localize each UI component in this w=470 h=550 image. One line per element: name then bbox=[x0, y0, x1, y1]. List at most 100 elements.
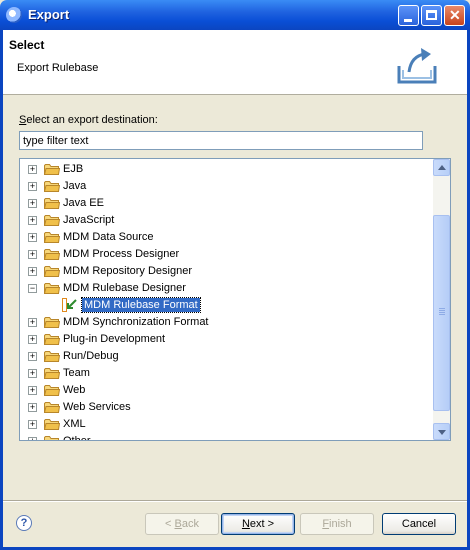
next-mnemonic: N bbox=[241, 518, 250, 530]
cancel-button[interactable]: Cancel bbox=[382, 513, 456, 535]
expand-icon[interactable]: + bbox=[28, 318, 37, 327]
expand-icon[interactable]: + bbox=[28, 369, 37, 378]
tree-item-label: Team bbox=[63, 367, 90, 379]
footer-separator bbox=[3, 500, 467, 502]
minimize-icon bbox=[404, 19, 412, 22]
scroll-up-button[interactable] bbox=[433, 159, 450, 176]
page-description: Export Rulebase bbox=[17, 62, 99, 74]
wizard-banner: Select Export Rulebase bbox=[3, 30, 467, 95]
tree-item[interactable]: + Web Services bbox=[20, 399, 432, 416]
next-label-post: ext > bbox=[249, 518, 275, 530]
frame-left bbox=[0, 30, 3, 550]
tree-item-label: MDM Process Designer bbox=[63, 248, 180, 260]
tree-item[interactable]: + EJB bbox=[20, 161, 432, 178]
folder-icon bbox=[43, 316, 61, 328]
tree-item[interactable]: + Team bbox=[20, 365, 432, 382]
tree-item-label: MDM Rulebase Format bbox=[81, 297, 201, 313]
expand-icon[interactable]: + bbox=[28, 250, 37, 259]
arrow-up-icon bbox=[438, 165, 446, 170]
folder-icon bbox=[43, 401, 61, 413]
tree-item[interactable]: + Web bbox=[20, 382, 432, 399]
expand-icon[interactable]: + bbox=[28, 403, 37, 412]
tree-item-label: MDM Rulebase Designer bbox=[63, 282, 186, 294]
next-button[interactable]: Next > bbox=[221, 513, 295, 535]
expand-icon[interactable]: + bbox=[28, 386, 37, 395]
close-button[interactable]: ✕ bbox=[444, 5, 465, 26]
expand-icon[interactable]: + bbox=[28, 352, 37, 361]
minimize-button[interactable] bbox=[398, 5, 419, 26]
tree-item[interactable]: + JavaScript bbox=[20, 212, 432, 229]
close-icon: ✕ bbox=[449, 7, 461, 23]
tree-scrollbar[interactable] bbox=[433, 159, 450, 440]
back-label-pre: < bbox=[165, 518, 175, 530]
scroll-thumb[interactable] bbox=[433, 215, 450, 411]
expand-icon[interactable]: + bbox=[28, 165, 37, 174]
export-dialog: Export ✕ Select Export Rulebase Select a… bbox=[0, 0, 470, 550]
folder-icon bbox=[43, 350, 61, 362]
grip-icon bbox=[439, 308, 445, 309]
tree-item[interactable]: − MDM Rulebase Designer bbox=[20, 280, 432, 297]
folder-icon bbox=[43, 214, 61, 226]
title-bar[interactable]: Export ✕ bbox=[0, 0, 470, 30]
tree-item[interactable]: + MDM Process Designer bbox=[20, 246, 432, 263]
expand-icon[interactable]: + bbox=[28, 233, 37, 242]
tree-item-label: Web bbox=[63, 384, 86, 396]
back-mnemonic: B bbox=[174, 518, 182, 530]
tree-item[interactable]: MDM Rulebase Format bbox=[20, 297, 432, 314]
scroll-down-button[interactable] bbox=[433, 423, 450, 440]
folder-icon bbox=[43, 197, 61, 209]
expand-icon[interactable]: + bbox=[28, 267, 37, 276]
rulebase-export-icon bbox=[62, 298, 78, 312]
collapse-icon[interactable]: − bbox=[28, 284, 37, 293]
finish-button[interactable]: Finish bbox=[300, 513, 374, 535]
page-title: Select bbox=[9, 38, 45, 52]
expand-icon[interactable]: + bbox=[28, 199, 37, 208]
tree-item[interactable]: + Other bbox=[20, 433, 432, 441]
prompt-text: elect an export destination: bbox=[26, 114, 158, 126]
tree-item[interactable]: + Plug-in Development bbox=[20, 331, 432, 348]
destination-prompt: Select an export destination: bbox=[19, 114, 158, 126]
help-button[interactable]: ? bbox=[16, 515, 32, 531]
export-wizard-icon bbox=[397, 48, 437, 84]
eclipse-icon bbox=[6, 7, 22, 23]
tree-item-label: MDM Data Source bbox=[63, 231, 154, 243]
folder-icon bbox=[43, 231, 61, 243]
tree-item[interactable]: + Java EE bbox=[20, 195, 432, 212]
destination-tree[interactable]: + EJB + Java + Java EE + JavaScript + MDM Data So… bbox=[19, 158, 451, 441]
folder-icon bbox=[44, 435, 60, 440]
tree-item-label: Web Services bbox=[63, 401, 131, 413]
folder-icon bbox=[43, 248, 61, 260]
tree-item-label: MDM Repository Designer bbox=[63, 265, 192, 277]
expand-icon[interactable]: + bbox=[28, 182, 37, 191]
help-icon: ? bbox=[20, 517, 28, 529]
tree-item[interactable]: + Java bbox=[20, 178, 432, 195]
folder-icon bbox=[43, 265, 61, 277]
maximize-button[interactable] bbox=[421, 5, 442, 26]
tree-item[interactable]: + XML bbox=[20, 416, 432, 433]
expand-icon[interactable]: + bbox=[28, 335, 37, 344]
folder-icon bbox=[43, 384, 61, 396]
expand-icon[interactable]: + bbox=[28, 420, 37, 429]
tree-item-label: Other bbox=[63, 435, 91, 441]
tree-item[interactable]: + MDM Data Source bbox=[20, 229, 432, 246]
tree-item-label: Java EE bbox=[63, 197, 104, 209]
back-button[interactable]: < Back bbox=[145, 513, 219, 535]
folder-icon bbox=[43, 418, 61, 430]
folder-icon bbox=[43, 367, 61, 379]
tree-item-label: MDM Synchronization Format bbox=[63, 316, 209, 328]
tree-item-label: XML bbox=[63, 418, 86, 430]
tree-item[interactable]: + MDM Repository Designer bbox=[20, 263, 432, 280]
expand-icon[interactable]: + bbox=[28, 216, 37, 225]
back-label-post: ack bbox=[181, 518, 199, 530]
tree-item[interactable]: + MDM Synchronization Format bbox=[20, 314, 432, 331]
tree-item-label: EJB bbox=[63, 163, 84, 175]
tree-item-label: Plug-in Development bbox=[63, 333, 166, 345]
arrow-down-icon bbox=[438, 430, 446, 435]
filter-input[interactable] bbox=[19, 131, 423, 150]
finish-label-post: inish bbox=[329, 518, 352, 530]
tree-item[interactable]: + Run/Debug bbox=[20, 348, 432, 365]
maximize-icon bbox=[426, 10, 437, 20]
window-title: Export bbox=[28, 7, 70, 22]
folder-icon bbox=[43, 333, 61, 345]
expand-icon[interactable]: + bbox=[28, 437, 37, 440]
